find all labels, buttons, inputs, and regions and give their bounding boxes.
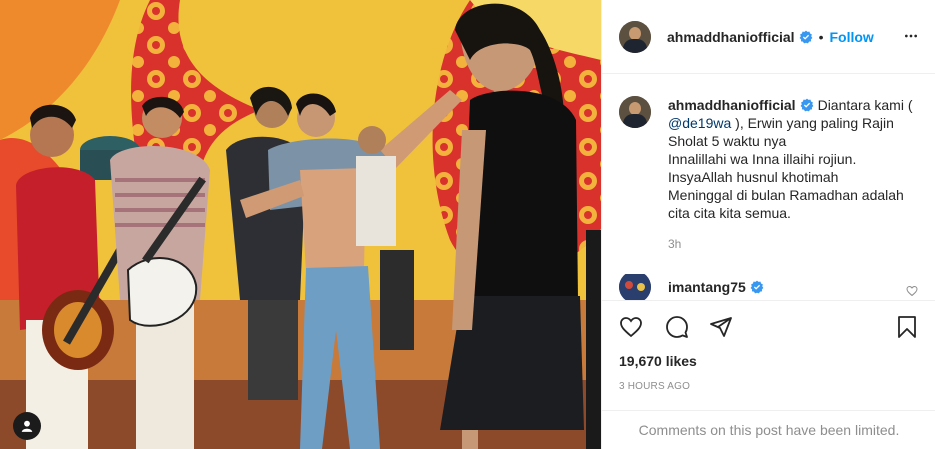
share-icon[interactable] <box>709 315 733 339</box>
posted-time[interactable]: 3 HOURS AGO <box>619 381 690 392</box>
like-heart-icon[interactable] <box>619 315 643 339</box>
caption-text-before-mention: Diantara kami ( <box>817 97 913 113</box>
post-side-panel: ahmaddhaniofficial • Follow ahmaddhaniof… <box>601 0 935 449</box>
post-caption: ahmaddhaniofficial Diantara kami ( @de19w… <box>619 96 923 222</box>
caption-author-username[interactable]: ahmaddhaniofficial <box>668 97 796 113</box>
post-photo[interactable] <box>0 0 601 449</box>
user-tag-button[interactable] <box>13 412 41 440</box>
comments-limited-notice: Comments on this post have been limited. <box>602 410 935 449</box>
user-tag-icon <box>21 420 33 432</box>
verified-badge-icon <box>799 30 812 43</box>
caption-author-avatar[interactable] <box>619 96 651 128</box>
caption-verified-badge-icon <box>800 98 813 112</box>
author-avatar[interactable] <box>619 20 651 53</box>
likes-count[interactable]: 19,670 likes <box>619 353 697 369</box>
separator-dot: • <box>818 28 824 45</box>
caption-text: ahmaddhaniofficial Diantara kami ( @de19w… <box>668 96 923 222</box>
comment-verified-badge-icon <box>750 280 764 294</box>
more-options-icon[interactable] <box>903 28 919 44</box>
caption-mention-link[interactable]: @de19wa <box>668 115 731 131</box>
comment-username[interactable]: imantang75 <box>668 279 746 295</box>
comment-icon[interactable] <box>665 315 689 339</box>
caption-timestamp[interactable]: 3h <box>668 237 681 251</box>
follow-button[interactable]: Follow <box>829 29 873 45</box>
author-username[interactable]: ahmaddhaniofficial <box>667 29 795 45</box>
comment-item: imantang75 <box>619 274 923 300</box>
post-header: ahmaddhaniofficial • Follow <box>602 0 935 74</box>
post-actions: 19,670 likes 3 HOURS AGO <box>602 300 935 420</box>
band-photo-illustration <box>0 0 601 449</box>
comment-like-heart-icon[interactable] <box>906 285 918 297</box>
comment-avatar[interactable] <box>619 274 651 300</box>
bookmark-icon[interactable] <box>895 315 919 339</box>
